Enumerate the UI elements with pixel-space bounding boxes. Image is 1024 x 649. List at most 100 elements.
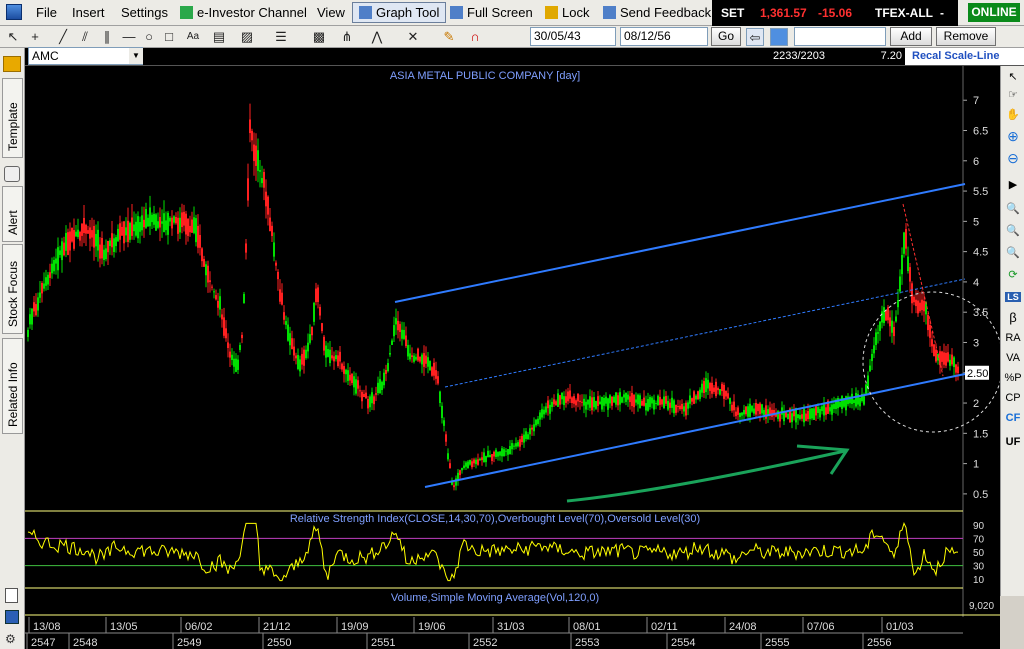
candle-body	[215, 295, 217, 300]
rectangle-icon[interactable]: □	[160, 28, 178, 46]
crosshair-icon[interactable]: +	[26, 28, 44, 46]
candle-body	[43, 283, 45, 289]
candle-body	[27, 329, 29, 337]
candle-body	[747, 406, 749, 417]
ls-icon[interactable]: LS	[1005, 292, 1021, 302]
magnify-plus-icon[interactable]: 🔍	[1001, 224, 1024, 237]
tool-cp[interactable]: CP	[1001, 392, 1024, 404]
window-icon[interactable]	[770, 28, 788, 46]
candle-body	[311, 326, 313, 336]
chart-title: ASIA METAL PUBLIC COMPANY [day]	[390, 70, 580, 82]
chart-area[interactable]: ASIA METAL PUBLIC COMPANY [day] 0.5 1 1.5 2 2…	[25, 66, 1000, 649]
price-tick-label: 0.5	[973, 489, 988, 501]
to-date-input[interactable]: 08/12/56	[620, 27, 708, 46]
menu-e-investor[interactable]: e-Investor Channel	[180, 5, 307, 20]
delete-drawing-icon[interactable]: ✕	[404, 28, 422, 46]
pointer-icon[interactable]: ↖	[4, 28, 22, 46]
candle-body	[237, 359, 239, 370]
tool-beta[interactable]: β	[1001, 310, 1024, 325]
candle-body	[343, 366, 345, 374]
tool-uf[interactable]: UF	[1001, 436, 1024, 448]
tool-va[interactable]: VA	[1001, 352, 1024, 364]
candle-body	[411, 355, 413, 358]
settings-icon[interactable]: ⚙	[5, 632, 19, 646]
app-logo-icon	[6, 4, 22, 20]
double-line-icon[interactable]: ∥	[98, 28, 116, 46]
alert-icon[interactable]	[4, 166, 20, 182]
menu-insert[interactable]: Insert	[72, 5, 105, 20]
candle-body	[939, 351, 941, 366]
tab-stock-focus[interactable]: Stock Focus	[2, 244, 23, 334]
zoom-in-icon[interactable]: ⊕	[1001, 128, 1024, 145]
pitchfork-icon[interactable]: ⋔	[338, 28, 356, 46]
symbol-input[interactable]: AMC	[28, 47, 143, 65]
candle-body	[401, 329, 403, 339]
back-icon[interactable]: ⇦	[746, 28, 764, 46]
text-tool-icon[interactable]: Aa	[184, 28, 202, 46]
template-combo[interactable]	[794, 27, 886, 46]
pan-tool-icon[interactable]: ☞	[1001, 88, 1024, 101]
candle-body	[169, 217, 171, 222]
go-button[interactable]: Go	[711, 27, 741, 46]
candle-body	[479, 458, 481, 461]
candle-body	[753, 408, 755, 414]
menu-file[interactable]: File	[36, 5, 57, 20]
circle-icon[interactable]: ○	[140, 28, 158, 46]
add-button[interactable]: Add	[890, 27, 932, 46]
tab-alert[interactable]: Alert	[2, 186, 23, 242]
tool-percent-p[interactable]: %P	[1001, 372, 1024, 384]
candle-body	[871, 353, 873, 362]
candle-body	[151, 214, 153, 223]
parallel-line-icon[interactable]: ⫽	[76, 28, 94, 46]
scroll-right-icon[interactable]: ▶	[1001, 178, 1024, 191]
menu-graph-tool[interactable]: Graph Tool	[352, 2, 447, 23]
line-style-icon[interactable]: ☰	[272, 28, 290, 46]
tool-cf[interactable]: CF	[1001, 412, 1024, 424]
zigzag-icon[interactable]: ⋀	[368, 28, 386, 46]
menu-view[interactable]: View	[317, 5, 345, 20]
pattern-icon[interactable]: ▩	[310, 28, 328, 46]
refresh-icon[interactable]: ⟳	[1001, 268, 1024, 281]
horizontal-line-icon[interactable]: —	[120, 28, 138, 46]
candle-body	[503, 449, 505, 457]
candle-body	[521, 435, 523, 443]
magnify-minus-icon[interactable]: 🔍	[1001, 246, 1024, 259]
candle-body	[87, 230, 89, 234]
candle-body	[667, 400, 669, 410]
candle-body	[51, 263, 53, 274]
zoom-out-icon[interactable]: ⊖	[1001, 150, 1024, 167]
recal-scale-line-button[interactable]: Recal Scale-Line	[905, 48, 1024, 65]
candle-body	[659, 396, 661, 405]
hatch-icon[interactable]: ▨	[238, 28, 256, 46]
remove-button[interactable]: Remove	[936, 27, 996, 46]
menu-lock[interactable]: Lock	[545, 5, 589, 20]
magnify-icon[interactable]: 🔍	[1001, 202, 1024, 215]
from-date-input[interactable]: 30/05/43	[530, 27, 616, 46]
candle-body	[815, 406, 817, 416]
folder-icon[interactable]	[3, 56, 21, 72]
magnet-icon[interactable]: ∩	[466, 28, 484, 46]
pencil-icon[interactable]: ✎	[440, 28, 458, 46]
save-icon[interactable]	[5, 610, 19, 624]
pointer-tool-icon[interactable]: ↖	[1001, 70, 1024, 83]
candle-body	[799, 415, 801, 420]
fibonacci-icon[interactable]: ▤	[210, 28, 228, 46]
candle-body	[859, 397, 861, 407]
menu-full-screen[interactable]: Full Screen	[450, 5, 533, 20]
menu-settings[interactable]: Settings	[121, 5, 168, 20]
candle-body	[395, 318, 397, 325]
new-page-icon[interactable]	[5, 588, 18, 603]
menu-send-feedback[interactable]: Send Feedback	[603, 5, 711, 20]
candle-body	[63, 242, 65, 256]
tool-ra[interactable]: RA	[1001, 332, 1024, 344]
hand-tool-icon[interactable]: ✋	[1001, 108, 1024, 121]
candle-body	[791, 413, 793, 423]
candle-body	[125, 227, 127, 236]
candle-body	[121, 226, 123, 236]
tab-related-info[interactable]: Related Info	[2, 338, 23, 434]
symbol-dropdown-icon[interactable]: ▼	[129, 48, 143, 64]
graph-tool-icon	[359, 6, 372, 19]
line-icon[interactable]: ╱	[54, 28, 72, 46]
price-chart[interactable]: ASIA METAL PUBLIC COMPANY [day] 0.5 1 1.5 2 2…	[25, 66, 1000, 649]
tab-template[interactable]: Template	[2, 78, 23, 158]
